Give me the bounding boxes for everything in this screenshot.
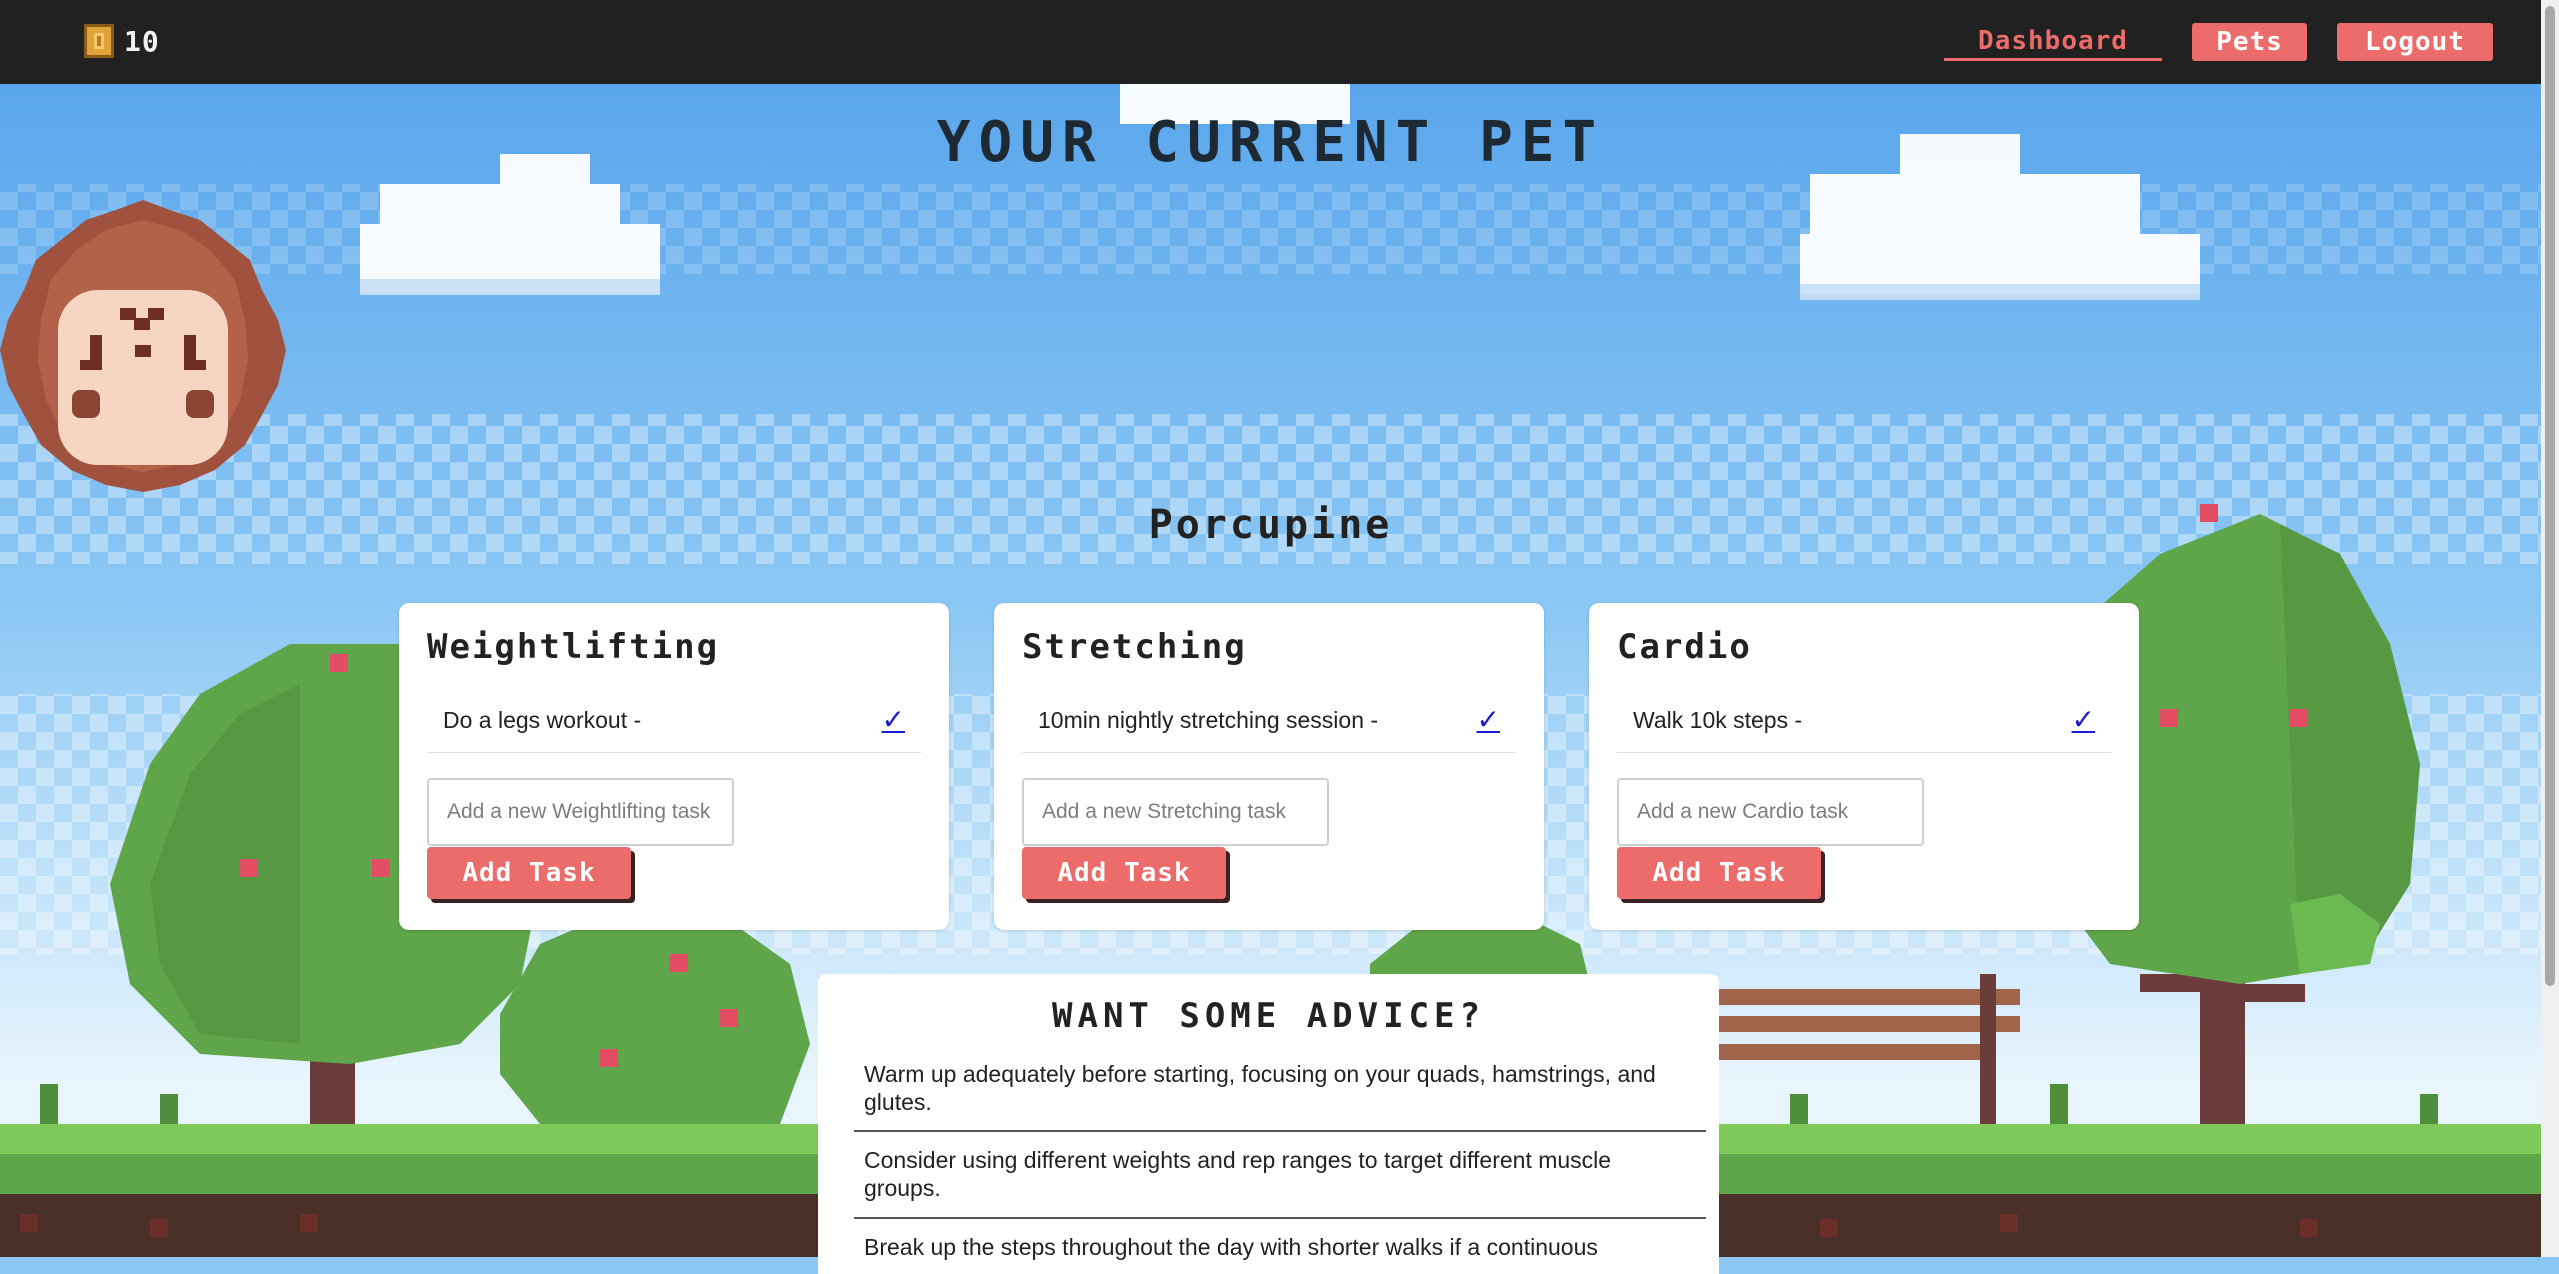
porcupine-pet-image [0, 200, 286, 492]
task-row: 10min nightly stretching session - ✓ [1022, 695, 1516, 753]
nav-pets-button[interactable]: Pets [2192, 23, 2307, 61]
task-text: Do a legs workout - [443, 707, 642, 733]
scrollbar-thumb[interactable] [2545, 6, 2555, 986]
nav-dashboard-link[interactable]: Dashboard [1944, 23, 2162, 61]
category-card-cardio: Cardio Walk 10k steps - ✓ Add Task [1589, 603, 2139, 930]
new-task-input[interactable] [1022, 778, 1329, 846]
category-title: Stretching [1022, 627, 1247, 667]
advice-item: Consider using different weights and rep… [864, 1147, 1612, 1201]
category-title: Weightlifting [427, 627, 720, 667]
complete-task-check-icon[interactable]: ✓ [2072, 703, 2095, 736]
add-task-button[interactable]: Add Task [427, 847, 631, 899]
category-card-weightlifting: Weightlifting Do a legs workout - ✓ Add … [399, 603, 949, 930]
coin-count: 10 [124, 24, 160, 58]
advice-divider [854, 1217, 1706, 1219]
advice-panel: WANT SOME ADVICE? Warm up adequately bef… [818, 974, 1719, 1274]
task-row: Walk 10k steps - ✓ [1617, 695, 2111, 753]
new-task-input[interactable] [427, 778, 734, 846]
advice-title: WANT SOME ADVICE? [1052, 996, 1485, 1036]
task-row: Do a legs workout - ✓ [427, 695, 921, 753]
add-task-button[interactable]: Add Task [1617, 847, 1821, 899]
new-task-input[interactable] [1617, 778, 1924, 846]
advice-divider [854, 1130, 1706, 1132]
top-navbar: 10 Dashboard Pets Logout [0, 0, 2559, 84]
page-scrollbar[interactable] [2541, 0, 2559, 1257]
category-card-stretching: Stretching 10min nightly stretching sess… [994, 603, 1544, 930]
task-text: 10min nightly stretching session - [1038, 707, 1379, 733]
advice-item: Warm up adequately before starting, focu… [864, 1061, 1656, 1115]
complete-task-check-icon[interactable]: ✓ [1477, 703, 1500, 736]
pet-name: Porcupine [1148, 502, 1393, 548]
page-title: YOUR CURRENT PET [936, 110, 1605, 175]
add-task-button[interactable]: Add Task [1022, 847, 1226, 899]
task-text: Walk 10k steps - [1633, 707, 1803, 733]
complete-task-check-icon[interactable]: ✓ [882, 703, 905, 736]
coin-balance: 10 [84, 24, 160, 58]
coin-icon [84, 24, 114, 58]
nav-logout-button[interactable]: Logout [2337, 23, 2493, 61]
category-title: Cardio [1617, 627, 1752, 667]
